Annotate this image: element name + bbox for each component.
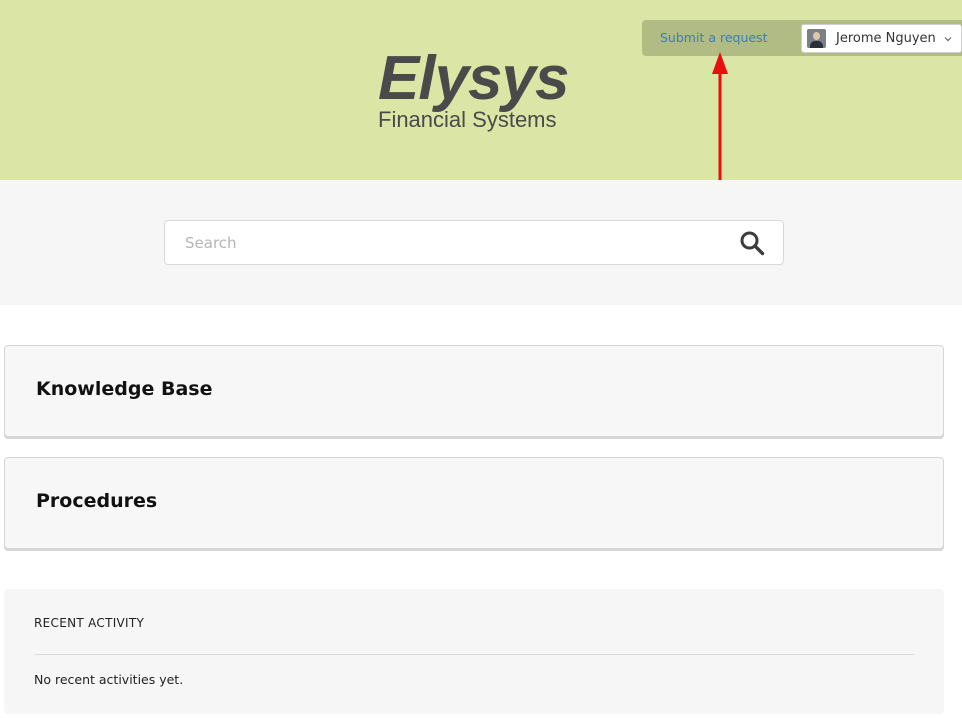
logo-tagline: Financial Systems	[378, 107, 557, 132]
recent-activity-heading: RECENT ACTIVITY	[34, 616, 145, 630]
search-section	[0, 180, 962, 305]
category-title: Procedures	[36, 490, 158, 512]
arrow-up-annotation	[712, 52, 728, 190]
category-card-procedures[interactable]: Procedures	[4, 457, 944, 549]
chevron-down-icon	[944, 37, 952, 42]
recent-activity-panel: RECENT ACTIVITY No recent activities yet…	[4, 589, 944, 714]
category-title: Knowledge Base	[36, 378, 213, 400]
category-card-knowledge-base[interactable]: Knowledge Base	[4, 345, 944, 437]
header-banner: Elysys Financial Systems Submit a reques…	[0, 0, 962, 180]
submit-request-link[interactable]: Submit a request	[660, 30, 767, 45]
avatar	[807, 29, 826, 48]
search-input[interactable]	[165, 221, 725, 264]
user-nav-bar: Submit a request Jerome Nguyen	[642, 20, 962, 56]
logo-wordmark: Elysys	[378, 44, 570, 113]
user-menu-dropdown[interactable]: Jerome Nguyen	[801, 24, 962, 53]
divider	[34, 654, 914, 655]
user-name: Jerome Nguyen	[836, 31, 936, 46]
search-box	[164, 220, 784, 265]
recent-activity-empty-message: No recent activities yet.	[34, 672, 184, 687]
search-icon[interactable]	[739, 230, 765, 256]
brand-logo[interactable]: Elysys Financial Systems	[378, 46, 578, 132]
